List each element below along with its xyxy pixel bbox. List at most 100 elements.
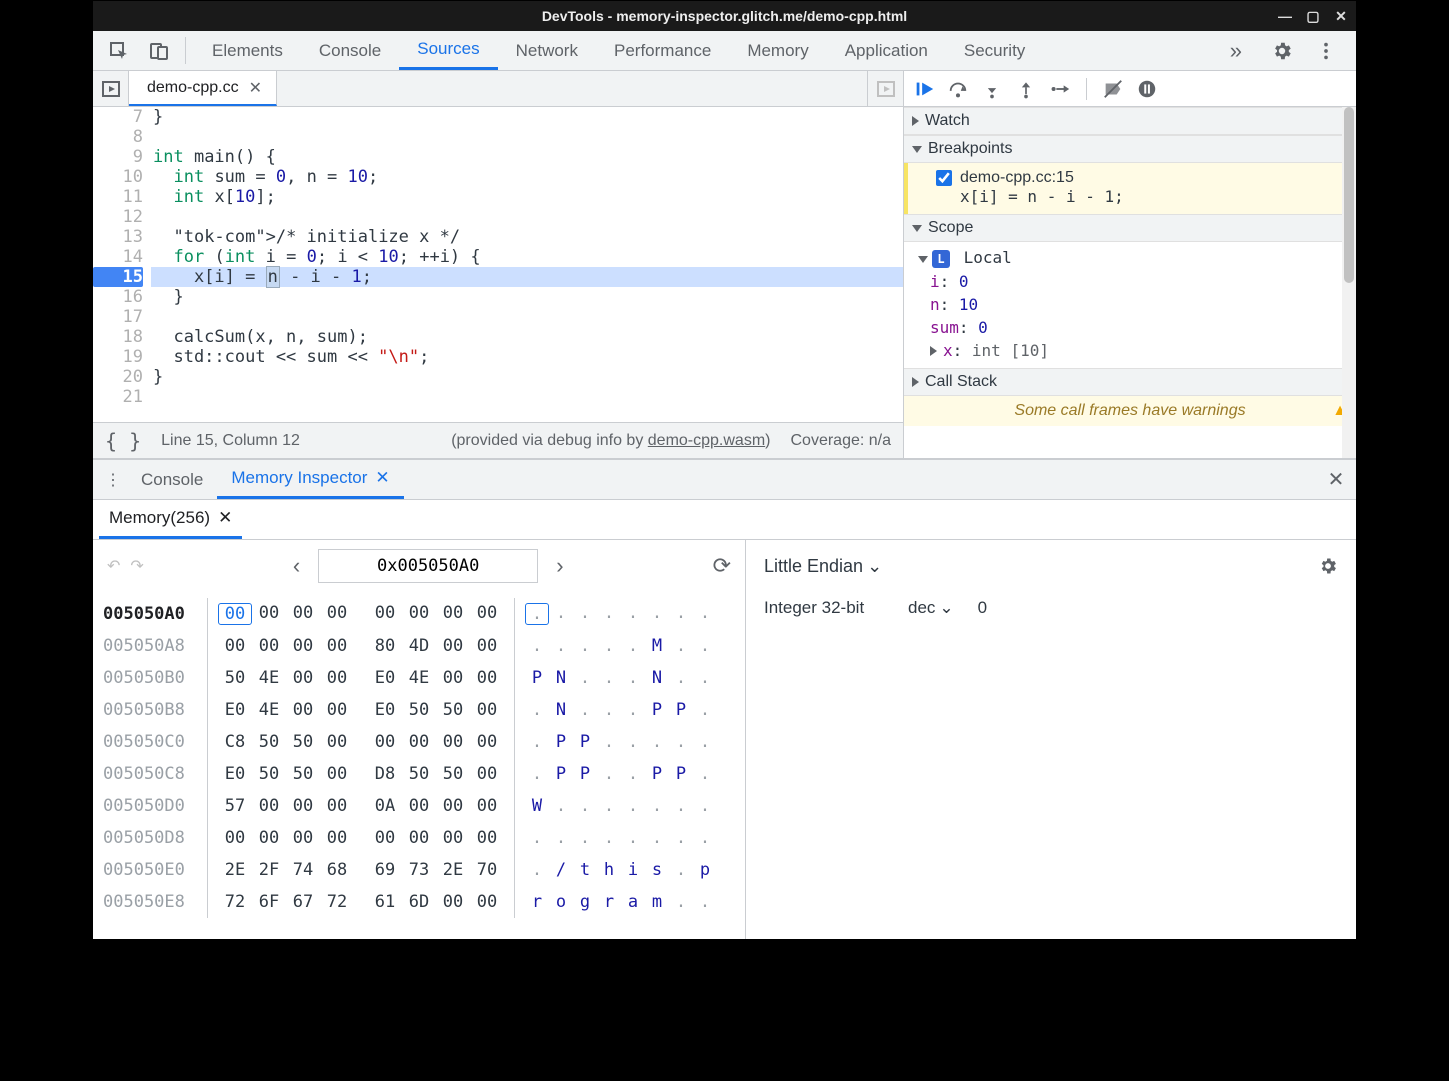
hex-byte[interactable]: 6D (402, 892, 436, 912)
hex-byte[interactable]: 00 (368, 603, 402, 625)
hex-byte[interactable]: 50 (402, 700, 436, 720)
ascii-byte[interactable]: P (525, 668, 549, 688)
hex-byte[interactable]: 00 (436, 636, 470, 656)
hex-byte[interactable]: 00 (286, 603, 320, 625)
ascii-byte[interactable]: h (597, 860, 621, 880)
ascii-byte[interactable]: . (645, 603, 669, 625)
hex-byte[interactable]: 50 (218, 668, 252, 688)
ascii-byte[interactable]: N (549, 668, 573, 688)
ascii-byte[interactable]: . (525, 700, 549, 720)
ascii-byte[interactable]: . (621, 636, 645, 656)
deactivate-breakpoints-icon[interactable] (1101, 77, 1125, 101)
ascii-byte[interactable]: m (645, 892, 669, 912)
hex-byte[interactable]: D8 (368, 764, 402, 784)
ascii-byte[interactable]: P (573, 732, 597, 752)
ascii-byte[interactable]: . (693, 828, 717, 848)
hex-byte[interactable]: 74 (286, 860, 320, 880)
step-over-icon[interactable] (946, 77, 970, 101)
ascii-byte[interactable]: . (597, 668, 621, 688)
hex-byte[interactable]: 00 (436, 603, 470, 625)
memory-tab-close-icon[interactable]: ✕ (218, 508, 232, 528)
value-repr-select[interactable]: dec ⌄ (908, 598, 954, 618)
ascii-byte[interactable]: . (669, 668, 693, 688)
navigator-toggle-icon[interactable] (93, 71, 129, 106)
hex-byte[interactable]: 00 (320, 636, 354, 656)
file-tab-demo-cpp[interactable]: demo-cpp.cc ✕ (129, 71, 277, 106)
code-editor[interactable]: 789101112131415161718192021 }int main() … (93, 107, 903, 422)
ascii-byte[interactable]: W (525, 796, 549, 816)
ascii-byte[interactable]: . (549, 828, 573, 848)
tab-memory[interactable]: Memory (729, 31, 826, 70)
hex-byte[interactable]: 4E (252, 668, 286, 688)
debugger-scrollbar[interactable] (1342, 107, 1356, 458)
file-tab-close-icon[interactable]: ✕ (249, 78, 262, 98)
ascii-byte[interactable]: a (621, 892, 645, 912)
drawer-tab-close-icon[interactable]: ✕ (375, 468, 389, 488)
hex-byte[interactable]: 72 (218, 892, 252, 912)
hex-byte[interactable]: 50 (252, 764, 286, 784)
ascii-byte[interactable]: . (693, 668, 717, 688)
endian-select[interactable]: Little Endian ⌄ (764, 556, 882, 577)
hex-byte[interactable]: 00 (218, 828, 252, 848)
ascii-byte[interactable]: . (693, 892, 717, 912)
debugger-toggle-icon[interactable] (867, 71, 903, 106)
tab-performance[interactable]: Performance (596, 31, 729, 70)
hex-byte[interactable]: 70 (470, 860, 504, 880)
hex-byte[interactable]: E0 (218, 700, 252, 720)
ascii-byte[interactable]: i (621, 860, 645, 880)
step-into-icon[interactable] (980, 77, 1004, 101)
kebab-menu-icon[interactable] (1308, 40, 1344, 62)
device-toggle-icon[interactable] (141, 31, 177, 70)
ascii-byte[interactable]: . (597, 796, 621, 816)
ascii-byte[interactable]: . (573, 700, 597, 720)
tab-security[interactable]: Security (946, 31, 1043, 70)
tab-elements[interactable]: Elements (194, 31, 301, 70)
step-icon[interactable] (1048, 77, 1072, 101)
hex-byte[interactable]: 00 (402, 828, 436, 848)
ascii-byte[interactable]: P (549, 732, 573, 752)
value-settings-icon[interactable] (1318, 556, 1338, 576)
hex-byte[interactable]: 67 (286, 892, 320, 912)
tab-console[interactable]: Console (301, 31, 399, 70)
ascii-byte[interactable]: . (645, 828, 669, 848)
hex-byte[interactable]: 00 (320, 603, 354, 625)
ascii-byte[interactable]: . (621, 764, 645, 784)
ascii-byte[interactable]: o (549, 892, 573, 912)
hex-byte[interactable]: 68 (320, 860, 354, 880)
pretty-print-icon[interactable]: { } (105, 429, 141, 453)
redo-icon[interactable]: ↷ (130, 556, 143, 576)
ascii-byte[interactable]: . (621, 796, 645, 816)
ascii-byte[interactable]: . (669, 860, 693, 880)
hex-byte[interactable]: 50 (436, 764, 470, 784)
ascii-byte[interactable]: . (669, 796, 693, 816)
hex-byte[interactable]: 00 (470, 828, 504, 848)
hex-byte[interactable]: 00 (470, 764, 504, 784)
ascii-byte[interactable]: N (549, 700, 573, 720)
ascii-byte[interactable]: . (549, 636, 573, 656)
hex-byte[interactable]: 50 (252, 732, 286, 752)
ascii-byte[interactable]: . (621, 603, 645, 625)
settings-gear-icon[interactable] (1264, 40, 1300, 62)
breakpoint-item[interactable]: demo-cpp.cc:15 x[i] = n - i - 1; (904, 163, 1356, 214)
ascii-byte[interactable]: . (525, 764, 549, 784)
refresh-icon[interactable]: ⟳ (713, 553, 731, 579)
hex-byte[interactable]: 00 (436, 668, 470, 688)
hex-byte[interactable]: 69 (368, 860, 402, 880)
step-out-icon[interactable] (1014, 77, 1038, 101)
hex-byte[interactable]: E0 (368, 700, 402, 720)
hex-byte[interactable]: 00 (286, 668, 320, 688)
section-callstack[interactable]: Call Stack (904, 368, 1356, 396)
hex-byte[interactable]: 00 (252, 796, 286, 816)
hex-byte[interactable]: 0A (368, 796, 402, 816)
ascii-byte[interactable]: . (549, 796, 573, 816)
ascii-byte[interactable]: . (693, 603, 717, 625)
ascii-byte[interactable]: . (693, 732, 717, 752)
ascii-byte[interactable]: . (525, 828, 549, 848)
ascii-byte[interactable]: P (669, 764, 693, 784)
tabs-overflow-button[interactable]: » (1212, 31, 1260, 70)
hex-byte[interactable]: 57 (218, 796, 252, 816)
ascii-byte[interactable]: . (525, 636, 549, 656)
hex-byte[interactable]: 00 (436, 732, 470, 752)
ascii-byte[interactable]: M (645, 636, 669, 656)
ascii-byte[interactable]: . (549, 603, 573, 625)
